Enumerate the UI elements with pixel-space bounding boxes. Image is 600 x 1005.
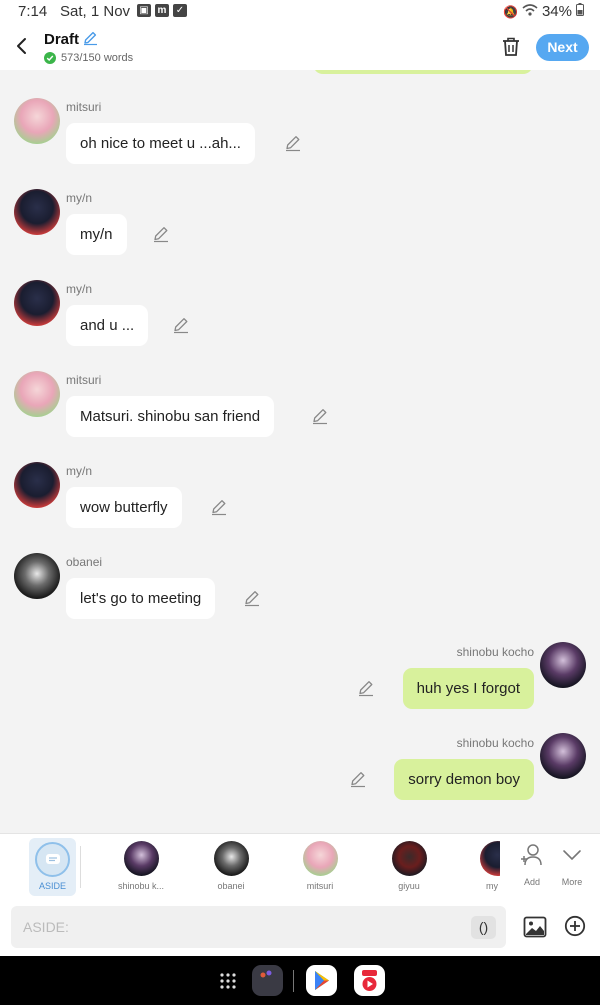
message-bubble[interactable]: my/n [66,214,127,255]
character-label: shinobu k... [117,881,165,891]
page-title[interactable]: Draft [44,31,79,48]
avatar-obanei[interactable] [14,553,60,599]
back-arrow-icon [17,38,26,54]
avatar-myn[interactable] [14,189,60,235]
edit-message-icon[interactable] [357,679,375,697]
divider [293,970,294,992]
input-row: () [0,899,600,956]
status-date: Sat, 1 Nov [60,3,131,20]
add-character-button[interactable]: Add [512,842,552,887]
sender-name: shinobu kocho [456,736,534,750]
chat-area[interactable]: mitsuri oh nice to meet u ...ah... my/n … [0,70,600,832]
edit-message-icon[interactable] [210,498,228,516]
sender-name: shinobu kocho [456,645,534,659]
avatar [302,841,338,876]
message-bubble[interactable]: and u ... [66,305,149,346]
delete-button[interactable] [500,35,522,59]
image-icon[interactable] [523,916,547,938]
avatar [213,841,249,876]
character-label: giyuu [398,881,420,891]
divider [80,846,81,888]
add-person-icon [521,844,542,866]
avatar [123,841,159,876]
parentheses-button[interactable]: () [471,916,496,939]
status-bar: 7:14 Sat, 1 Nov ▣ m ✓ 🔕 34% [0,0,600,24]
edit-title-icon[interactable] [82,30,98,46]
aside-selector[interactable]: ASIDE [29,838,76,896]
edit-message-icon[interactable] [152,225,170,243]
sender-name: my/n [66,191,93,205]
message-bubble[interactable]: let's go to meeting [66,578,216,619]
edit-message-icon[interactable] [284,134,302,152]
speech-bubble-icon [45,853,60,864]
battery-icon [576,3,584,20]
avatar-shinobu[interactable] [540,733,586,779]
character-shinobu[interactable]: shinobu k... [106,838,176,891]
aside-avatar [35,842,70,877]
message-bubble[interactable]: wow butterfly [66,487,182,528]
check-circle-icon [44,52,56,64]
sender-name: my/n [66,282,93,296]
trash-icon [503,37,519,56]
mute-icon: 🔕 [503,4,518,19]
character-giyuu[interactable]: giyuu [374,838,444,891]
play-store-icon[interactable] [306,965,337,996]
next-button[interactable]: Next [536,34,589,61]
avatar-shinobu[interactable] [540,642,586,688]
message-bubble[interactable]: oh nice to meet u ...ah... [66,123,255,164]
more-button[interactable]: More [552,842,592,887]
wifi-icon [522,4,538,19]
word-count: 573/150 words [44,52,133,64]
character-mitsuri[interactable]: mitsuri [285,838,355,891]
avatar [480,841,500,876]
sender-name: obanei [66,555,103,569]
m-icon: m [155,4,169,17]
message-bubble[interactable]: Matsuri. shinobu san friend [66,396,275,437]
battery-percent: 34% [541,3,572,20]
chevron-down-icon [563,850,581,861]
avatar-myn[interactable] [14,280,60,326]
sender-name: mitsuri [66,373,102,387]
back-button[interactable] [12,34,32,58]
add-label: Add [523,877,540,887]
app-drawer-icon[interactable] [218,971,238,991]
message-bubble[interactable]: sorry demon boy [394,759,534,800]
previous-message-bubble[interactable] [313,70,533,74]
app-header: Draft 573/150 words Next [0,24,600,70]
avatar-myn[interactable] [14,462,60,508]
edit-message-icon[interactable] [243,589,261,607]
character-label: obanei [217,881,245,891]
more-label: More [561,877,583,887]
character-label: mitsuri [306,881,334,891]
avatar [391,841,427,876]
sender-name: mitsuri [66,100,102,114]
aside-input[interactable] [11,906,506,948]
avatar-mitsuri[interactable] [14,371,60,417]
notification-icons: ▣ m ✓ [137,4,187,17]
character-label: my [486,881,498,891]
aside-label: ASIDE [38,881,66,891]
character-bar: ASIDE shinobu k... obanei mitsuri giyuu … [0,833,600,899]
message-bubble[interactable]: huh yes I forgot [402,668,534,709]
word-count-text: 573/150 words [61,52,134,64]
character-obanei[interactable]: obanei [196,838,266,891]
video-app-icon[interactable] [354,965,385,996]
character-myn[interactable]: my [460,838,500,891]
status-right: 🔕 34% [503,3,584,20]
gallery-icon: ▣ [137,4,151,17]
edit-message-icon[interactable] [172,316,190,334]
edit-message-icon[interactable] [349,770,367,788]
avatar-mitsuri[interactable] [14,98,60,144]
app-folder-icon[interactable] [252,965,283,996]
check-icon: ✓ [173,4,187,17]
status-time: 7:14 [18,3,48,20]
add-circle-icon[interactable] [564,915,586,937]
system-nav-bar [0,956,600,1005]
edit-message-icon[interactable] [311,407,329,425]
sender-name: my/n [66,464,93,478]
